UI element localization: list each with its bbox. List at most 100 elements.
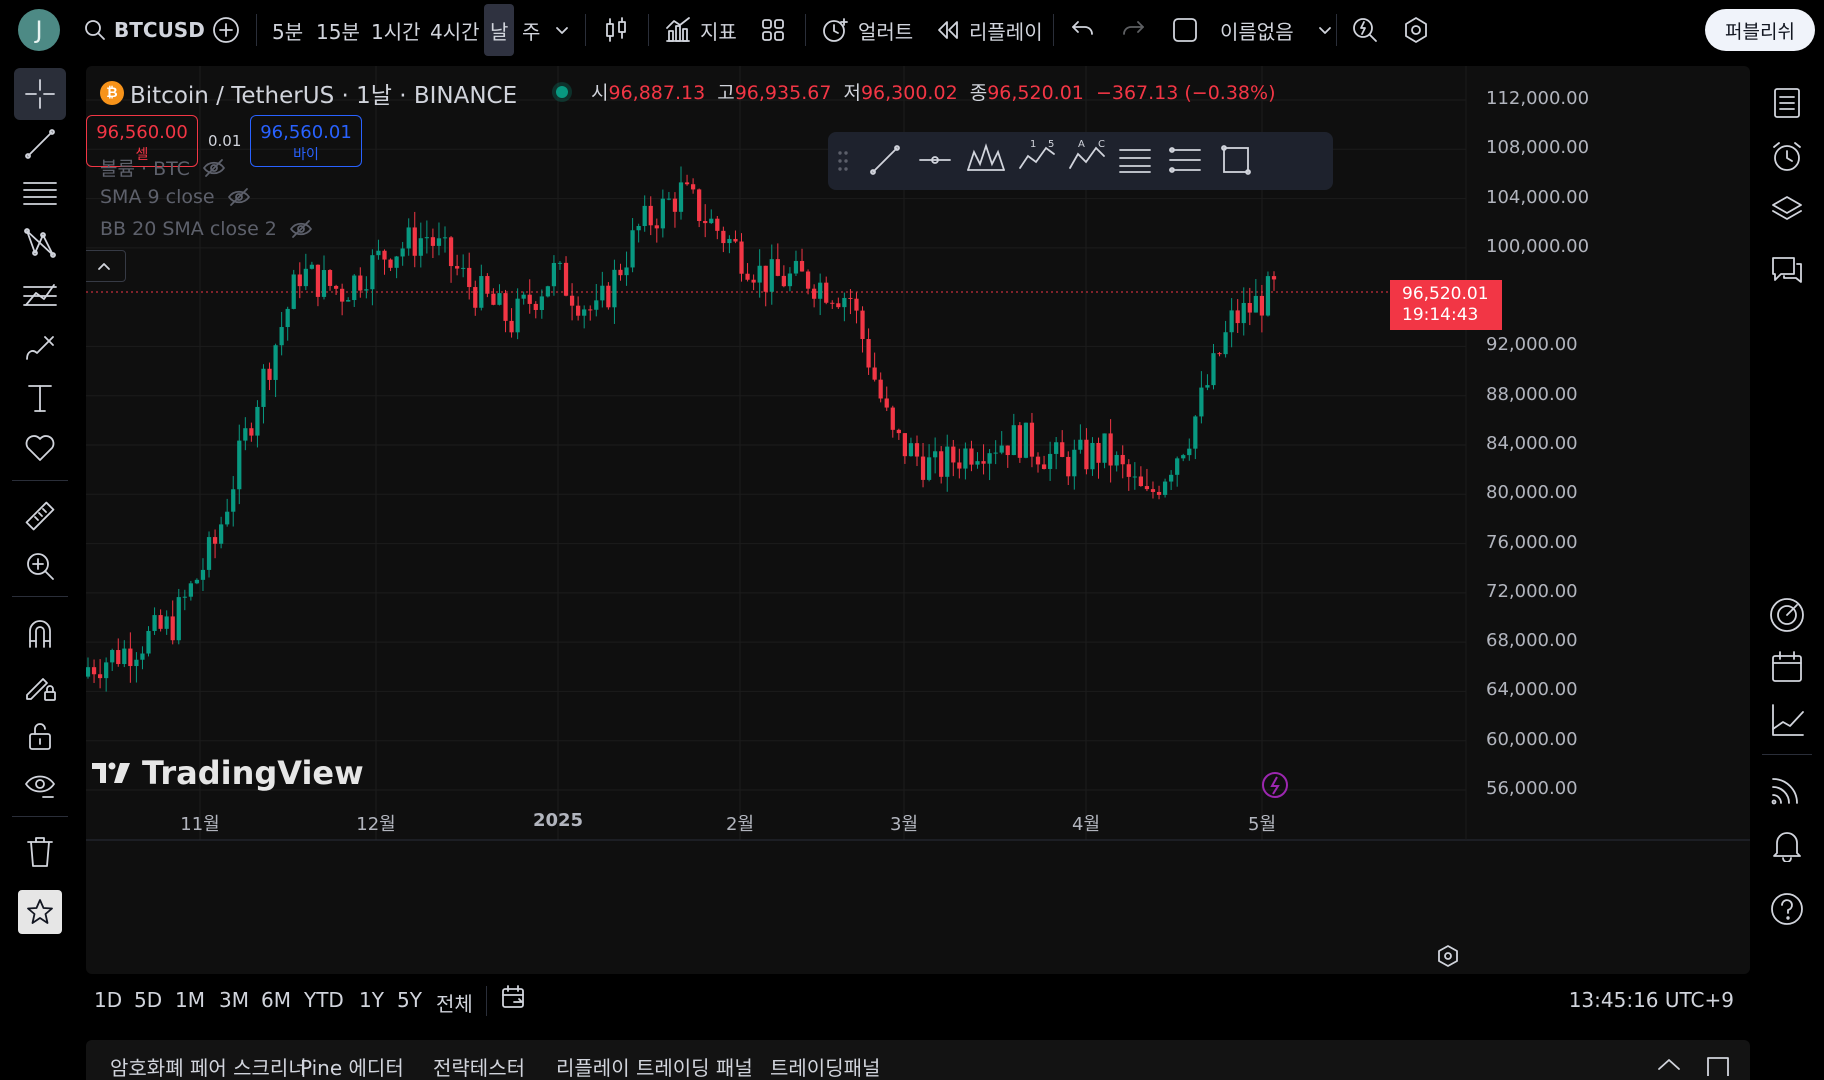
indicators-button[interactable]: 지표 (664, 0, 737, 60)
tradingview-logo[interactable]: TradingView (90, 754, 364, 792)
indicator-sma[interactable]: SMA 9 close (100, 186, 251, 208)
timeframe-15m[interactable]: 15분 (316, 0, 360, 60)
timeframe-label: 주 (522, 19, 541, 44)
chart-panel[interactable]: ₿ Bitcoin / TetherUS · 1날 · BINANCE 시96,… (86, 66, 1750, 974)
candle-body (860, 310, 865, 340)
timeframe-1h[interactable]: 1시간 (371, 0, 421, 60)
candle-body (327, 270, 333, 286)
settings-button[interactable] (1402, 0, 1430, 60)
time-axis-label: 2월 (725, 814, 755, 835)
range-5d[interactable]: 5D (134, 988, 162, 1012)
maximize-icon[interactable] (1706, 1056, 1730, 1076)
hide-drawings-tool[interactable] (14, 760, 66, 812)
undo-button[interactable] (1070, 0, 1096, 60)
remove-drawings-tool[interactable] (14, 826, 66, 878)
buy-button[interactable]: 96,560.01 바이 (250, 115, 362, 167)
crosshair-tool[interactable] (14, 68, 66, 120)
magnet-tool[interactable] (14, 608, 66, 660)
tab-replay-trading[interactable]: 리플레이 트레이딩 패널 (556, 1052, 753, 1080)
timeframe-5m[interactable]: 5분 (272, 0, 303, 60)
alert-button[interactable]: 얼러트 (820, 0, 913, 60)
magnet-icon (24, 617, 56, 651)
watchlist-button[interactable] (1760, 76, 1814, 130)
candle-body (382, 250, 387, 260)
streams-button[interactable] (1760, 762, 1814, 816)
svg-text:1: 1 (1030, 139, 1036, 150)
indicators-label: 지표 (700, 19, 737, 44)
calendar-button[interactable] (1760, 640, 1814, 694)
range-5y[interactable]: 5Y (397, 988, 422, 1012)
range-1m[interactable]: 1M (175, 988, 205, 1012)
alerts-button[interactable] (1760, 130, 1814, 184)
range-1d[interactable]: 1D (94, 988, 122, 1012)
range-3m[interactable]: 3M (219, 988, 249, 1012)
range-ytd[interactable]: YTD (304, 988, 344, 1012)
axis-settings-icon[interactable] (1436, 944, 1460, 968)
price-axis-label: 104,000.00 (1486, 186, 1590, 208)
collapse-legend-button[interactable] (86, 250, 126, 282)
eye-off-icon[interactable] (289, 219, 313, 239)
text-tool[interactable] (14, 372, 66, 424)
range-all[interactable]: 전체 (436, 988, 473, 1017)
fib-tool[interactable] (14, 168, 66, 220)
timeframe-4h[interactable]: 4시간 (430, 0, 480, 60)
price-axis-label: 108,000.00 (1486, 137, 1590, 159)
eye-off-icon[interactable] (227, 187, 251, 207)
notifications-button[interactable] (1760, 818, 1814, 872)
candle-body (1211, 353, 1216, 386)
timeframe-dropdown[interactable] (553, 0, 571, 60)
range-6m[interactable]: 6M (261, 988, 291, 1012)
icons-tool[interactable] (14, 422, 66, 474)
tab-crypto-screener[interactable]: 암호화폐 페어 스크리너 (110, 1052, 307, 1080)
tab-pine-editor[interactable]: Pine 에디터 (300, 1052, 404, 1080)
zoom-tool[interactable] (14, 540, 66, 592)
redo-button[interactable] (1120, 0, 1146, 60)
timeframe-day[interactable]: 날 (484, 4, 515, 56)
measure-tool[interactable] (14, 490, 66, 542)
tab-strategy-tester[interactable]: 전략테스터 (433, 1052, 525, 1080)
indicator-bb[interactable]: BB 20 SMA close 2 (100, 218, 313, 240)
compare-symbol-button[interactable] (212, 0, 240, 60)
plus-circle-icon (212, 16, 240, 44)
timeframe-label: 5분 (272, 19, 304, 44)
pattern-tool[interactable] (14, 218, 66, 270)
timeframe-week[interactable]: 주 (522, 0, 540, 60)
candle-body (987, 453, 992, 464)
chats-button[interactable] (1760, 244, 1814, 298)
brush-tool[interactable] (14, 322, 66, 374)
indicator-volume[interactable]: 볼륨 · BTC (100, 154, 226, 181)
user-avatar[interactable]: J (18, 9, 60, 51)
candle-body (321, 270, 327, 297)
trendline-icon (23, 127, 57, 161)
help-button[interactable] (1760, 882, 1814, 936)
layout-square-button[interactable] (1171, 0, 1199, 60)
symbol-title[interactable]: Bitcoin / TetherUS · 1날 · BINANCE (130, 76, 517, 110)
range-1y[interactable]: 1Y (359, 988, 384, 1012)
symbol-search[interactable]: BTCUSD (84, 0, 205, 60)
eye-off-icon[interactable] (202, 158, 226, 178)
hotlists-button[interactable] (1760, 588, 1814, 642)
candle-body (920, 456, 926, 480)
ideas-button[interactable] (1760, 694, 1814, 748)
lock-drawing-tool[interactable] (14, 660, 66, 712)
lock-all-tool[interactable] (14, 710, 66, 762)
goto-date-button[interactable] (500, 984, 528, 1012)
search-icon (84, 19, 106, 41)
chat-bubbles-icon (1770, 254, 1804, 288)
favorites-tool[interactable] (18, 890, 62, 934)
quick-search-button[interactable] (1351, 0, 1379, 60)
tab-trading-panel[interactable]: 트레이딩패널 (770, 1052, 880, 1080)
layout-name-dropdown[interactable]: 이름없음 (1220, 0, 1334, 60)
forecast-tool[interactable] (14, 270, 66, 322)
timezone-clock[interactable]: 13:45:16 UTC+9 (1569, 988, 1734, 1012)
layouts-button[interactable] (760, 0, 786, 60)
replay-button[interactable]: 리플레이 (935, 0, 1043, 60)
candle-body (497, 293, 502, 305)
chart-type-button[interactable] (603, 0, 629, 60)
publish-button[interactable]: 퍼블리쉬 (1705, 9, 1815, 51)
candle-body (751, 279, 756, 283)
range-label: 1M (175, 988, 205, 1012)
chevron-up-icon[interactable] (1656, 1056, 1682, 1072)
trendline-tool[interactable] (14, 118, 66, 170)
object-tree-button[interactable] (1760, 182, 1814, 236)
